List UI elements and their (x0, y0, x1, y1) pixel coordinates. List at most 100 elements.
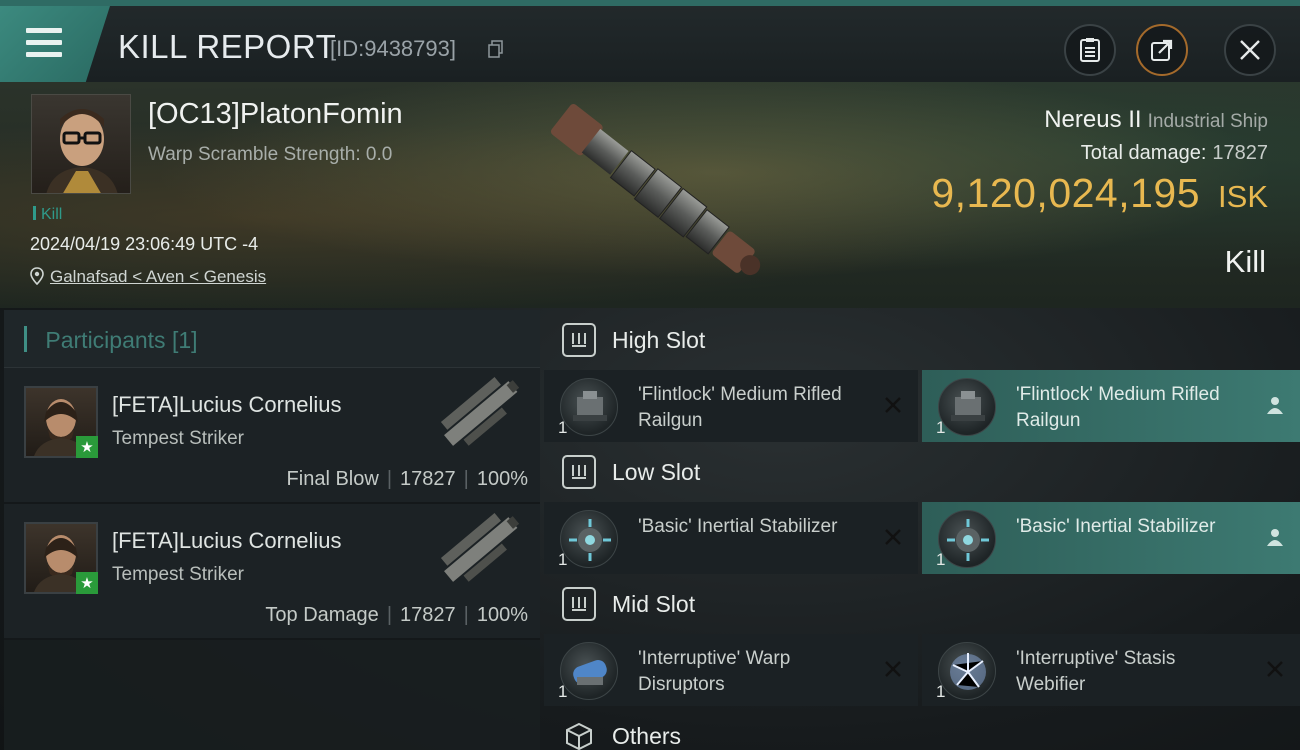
railgun-icon (560, 378, 618, 436)
low-slot-header: Low Slot (544, 442, 1300, 502)
cube-icon (562, 719, 596, 750)
railgun-icon (938, 378, 996, 436)
participant-ship: Tempest Striker (112, 428, 244, 449)
module-quantity: 1 (558, 418, 568, 437)
module-card[interactable]: 1 'Basic' Inertial Stabilizer (922, 502, 1300, 574)
total-damage: Total damage: 17827 (1081, 142, 1268, 165)
stasis-webifier-icon (938, 642, 996, 700)
module-quantity: 1 (558, 682, 568, 701)
module-name: 'Flintlock' Medium Rifled Railgun (638, 384, 842, 431)
module-name: 'Basic' Inertial Stabilizer (1016, 516, 1216, 537)
inertial-stabilizer-icon (560, 510, 618, 568)
participants-header[interactable]: Participants [1] (4, 310, 540, 368)
module-quantity: 1 (558, 550, 568, 569)
kill-status: Kill (1224, 244, 1266, 279)
module-quantity: 1 (936, 682, 946, 701)
mid-slot-header: Mid Slot (544, 574, 1300, 634)
star-badge-icon: ★ (76, 436, 98, 458)
person-icon (1267, 397, 1283, 414)
top-bar: KILL REPORT [ID:9438793] (0, 0, 1300, 82)
participant-damage: 17827 (400, 468, 456, 490)
participant-role: Top Damage (265, 604, 379, 626)
participant-avatar[interactable]: ★ (24, 522, 98, 594)
high-slot-row: 1 'Flintlock' Medium Rifled Railgun 1 'F… (544, 370, 1300, 442)
participant-percent: 100% (476, 468, 528, 490)
x-icon (1267, 661, 1283, 677)
slot-title: Mid Slot (612, 590, 696, 617)
module-card[interactable]: 1 'Flintlock' Medium Rifled Railgun (922, 370, 1300, 442)
module-name: 'Basic' Inertial Stabilizer (638, 516, 838, 537)
isk-unit: ISK (1218, 179, 1268, 214)
isk-value: 9,120,024,195 ISK (931, 170, 1268, 217)
module-card[interactable]: 1 'Basic' Inertial Stabilizer (544, 502, 918, 574)
slot-title: Low Slot (612, 458, 701, 485)
participant-ship: Tempest Striker (112, 564, 244, 585)
warp-disruptor-icon (560, 642, 618, 700)
warp-scramble-strength: Warp Scramble Strength: 0.0 (148, 144, 393, 165)
victim-ship[interactable]: Nereus II Industrial Ship (1044, 106, 1268, 134)
x-icon (885, 661, 901, 677)
participant-name[interactable]: [FETA]Lucius Cornelius (112, 392, 341, 418)
clipboard-button[interactable] (1064, 24, 1116, 76)
kill-tag: Kill (33, 206, 62, 224)
module-name: 'Flintlock' Medium Rifled Railgun (1016, 384, 1220, 431)
total-damage-label: Total damage: (1080, 142, 1207, 164)
menu-icon (26, 28, 62, 64)
person-icon (1267, 529, 1283, 546)
low-slot-row: 1 'Basic' Inertial Stabilizer 1 'Basic' … (544, 502, 1300, 574)
slot-title: High Slot (612, 326, 706, 353)
isk-amount: 9,120,024,195 (931, 170, 1201, 216)
x-icon (885, 397, 901, 413)
module-quantity: 1 (936, 418, 946, 437)
participants-label: Participants (45, 327, 166, 353)
others-header: Others (544, 706, 1300, 750)
high-slot-icon (562, 323, 596, 357)
share-button[interactable] (1136, 24, 1188, 76)
low-slot-icon (562, 455, 596, 489)
location-pin-icon (30, 267, 44, 286)
participant-avatar[interactable]: ★ (24, 386, 98, 458)
module-card[interactable]: 1 'Interruptive' Stasis Webifier (922, 634, 1300, 706)
mid-slot-row: 1 'Interruptive' Warp Disruptors 1 'Inte… (544, 634, 1300, 706)
slot-title: Others (612, 722, 682, 749)
report-id: [ID:9438793] (330, 36, 456, 61)
module-name: 'Interruptive' Warp Disruptors (638, 648, 791, 695)
mid-slot-icon (562, 587, 596, 621)
high-slot-header: High Slot (544, 310, 1300, 370)
ship-class: Industrial Ship (1147, 111, 1268, 132)
participant-ship-image[interactable] (432, 374, 532, 456)
victim-name[interactable]: [OC13]PlatonFomin (148, 98, 403, 131)
module-name: 'Interruptive' Stasis Webifier (1016, 648, 1176, 695)
star-badge-icon: ★ (76, 572, 98, 594)
participant-row[interactable]: ★ [FETA]Lucius Cornelius Tempest Striker… (4, 368, 540, 504)
share-icon (1151, 39, 1173, 61)
module-card[interactable]: 1 'Interruptive' Warp Disruptors (544, 634, 918, 706)
participant-name[interactable]: [FETA]Lucius Cornelius (112, 528, 341, 554)
participants-count: [1] (171, 327, 198, 353)
module-card[interactable]: 1 'Flintlock' Medium Rifled Railgun (544, 370, 918, 442)
copy-icon[interactable] (488, 40, 504, 58)
participant-row[interactable]: ★ [FETA]Lucius Cornelius Tempest Striker… (4, 504, 540, 640)
x-icon (885, 529, 901, 545)
fitting-panel: High Slot 1 'Flintlock' Medium Rifled Ra… (544, 310, 1300, 750)
participants-panel: Participants [1] ★ [FETA]Lucius Corneliu… (4, 310, 540, 750)
kill-location[interactable]: Galnafsad < Aven < Genesis (30, 267, 266, 287)
participant-percent: 100% (476, 604, 528, 626)
close-button[interactable] (1224, 24, 1276, 76)
inertial-stabilizer-icon (938, 510, 996, 568)
close-icon (1240, 40, 1260, 60)
ship-name: Nereus II (1044, 106, 1142, 133)
total-damage-value: 17827 (1212, 142, 1268, 164)
kill-datetime: 2024/04/19 23:06:49 UTC -4 (30, 234, 259, 254)
clipboard-icon (1080, 38, 1100, 62)
victim-ship-image[interactable] (525, 92, 785, 297)
participant-stats: Top Damage | 17827 | 100% (265, 604, 528, 626)
victim-portrait-image (46, 109, 118, 193)
location-link[interactable]: Galnafsad < Aven < Genesis (50, 267, 266, 286)
participant-ship-image[interactable] (432, 510, 532, 592)
module-quantity: 1 (936, 550, 946, 569)
menu-button[interactable] (0, 6, 110, 82)
victim-avatar[interactable] (31, 94, 131, 194)
participant-role: Final Blow (286, 468, 379, 490)
page-title: KILL REPORT (118, 28, 337, 65)
